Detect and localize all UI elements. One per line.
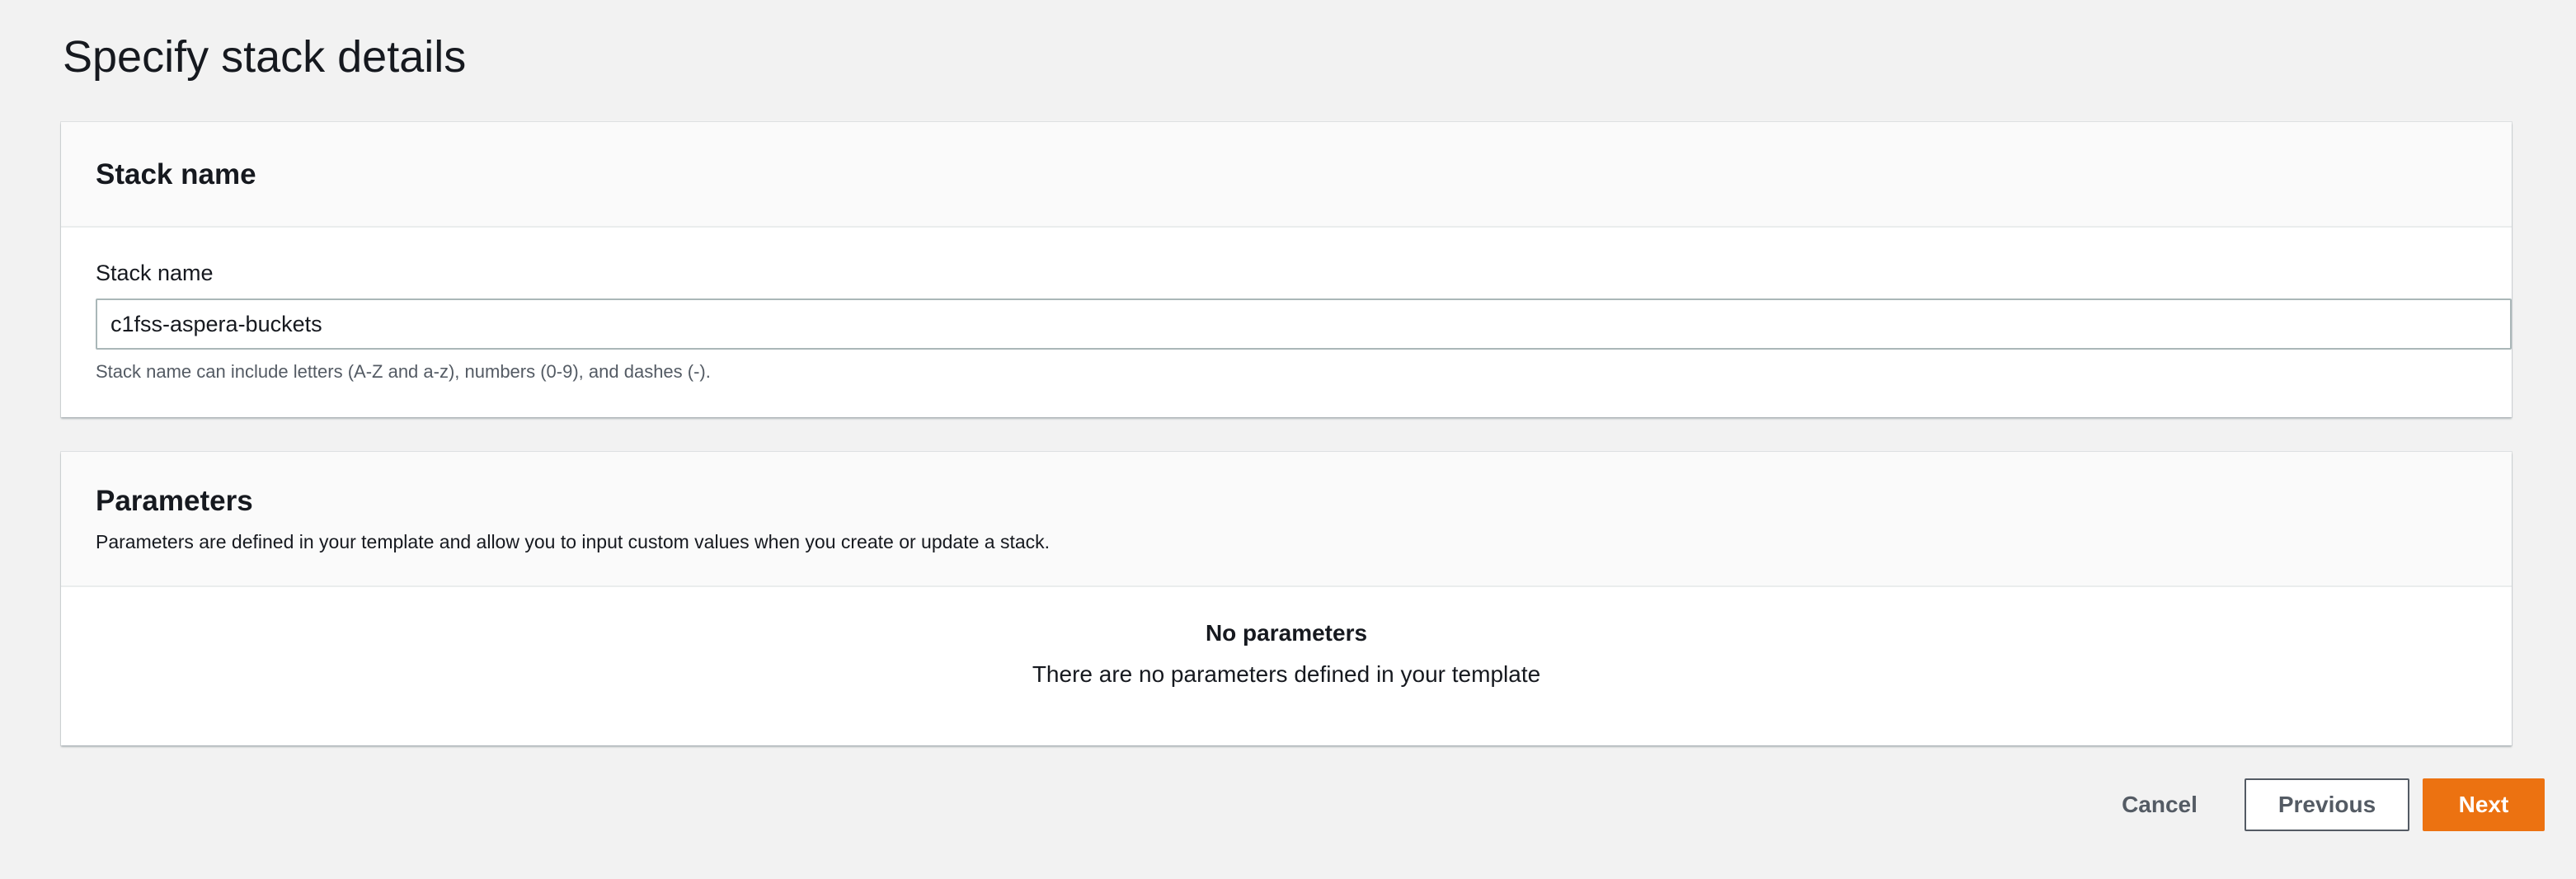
cancel-button[interactable]: Cancel: [2099, 778, 2220, 831]
parameters-panel-description: Parameters are defined in your template …: [96, 531, 1051, 552]
parameters-panel-header: Parameters Parameters are defined in you…: [61, 452, 2512, 587]
page-title: Specify stack details: [63, 32, 467, 82]
no-parameters-title: No parameters: [1205, 620, 1368, 646]
stack-name-panel-header: Stack name: [61, 122, 2512, 228]
parameters-panel-title: Parameters: [96, 485, 253, 517]
stack-name-panel: Stack name Stack name Stack name can inc…: [61, 122, 2512, 417]
no-parameters-description: There are no parameters defined in your …: [1032, 661, 1541, 687]
stack-name-hint: Stack name can include letters (A-Z and …: [96, 361, 711, 382]
stack-name-input[interactable]: [96, 298, 2512, 350]
next-button[interactable]: Next: [2423, 778, 2545, 831]
stack-name-field-label: Stack name: [96, 261, 214, 285]
stack-name-panel-title: Stack name: [96, 158, 256, 190]
parameters-panel: Parameters Parameters are defined in you…: [61, 452, 2512, 745]
previous-button[interactable]: Previous: [2245, 778, 2409, 831]
